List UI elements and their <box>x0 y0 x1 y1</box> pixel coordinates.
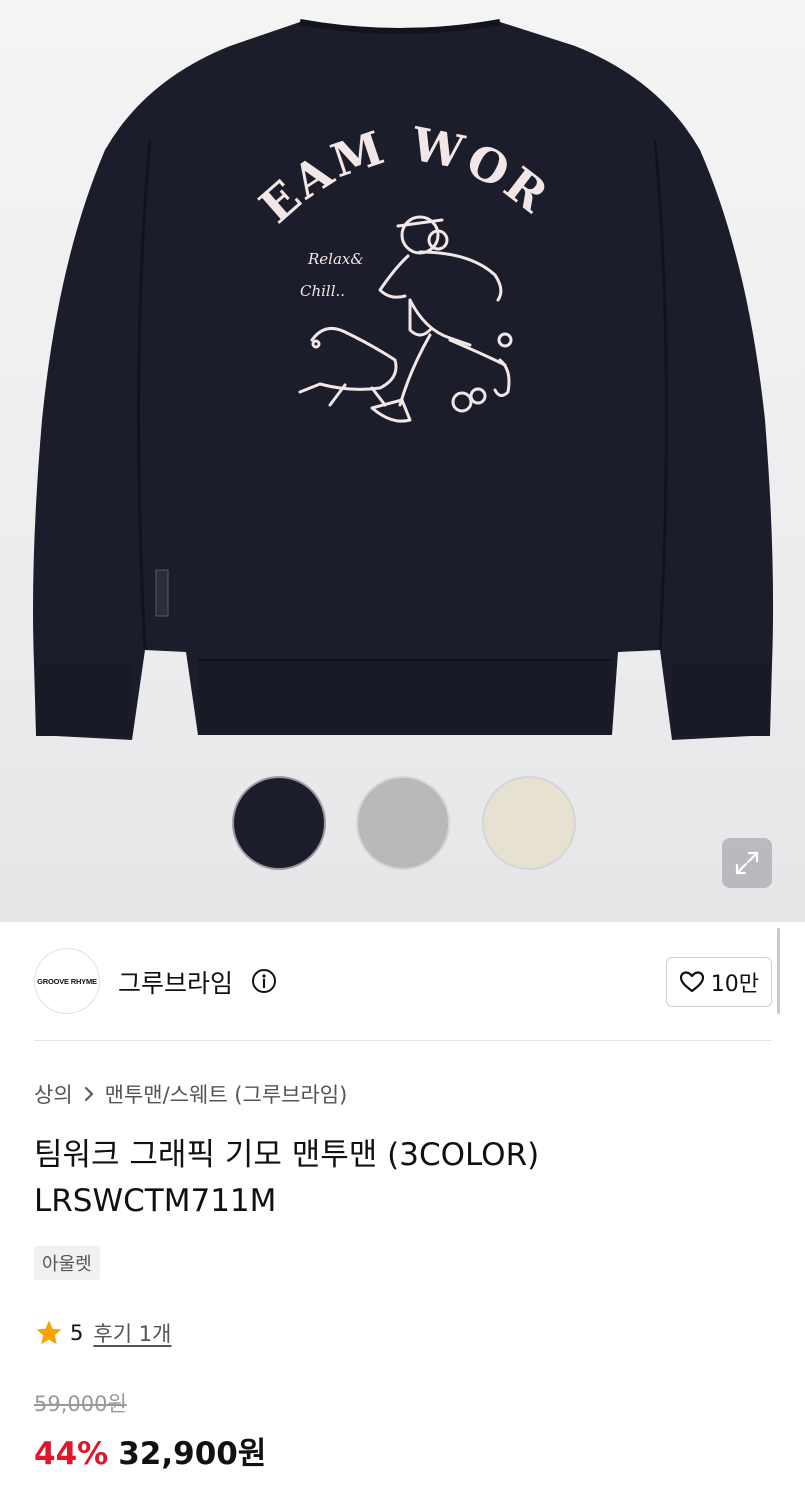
color-swatch-navy[interactable] <box>232 776 326 870</box>
expand-image-button[interactable] <box>722 838 772 888</box>
expand-arrows-icon <box>735 851 759 875</box>
original-price: 59,000원 <box>34 1392 127 1416</box>
like-count: 10만 <box>710 972 759 997</box>
review-link[interactable]: 후기 1개 <box>93 1318 171 1348</box>
breadcrumb-subcategory[interactable]: 맨투맨/스웨트 (그루브라임) <box>105 1079 348 1109</box>
final-price: 32,900원 <box>118 1436 267 1472</box>
outlet-tag-label: 아울렛 <box>42 1254 92 1275</box>
brand-name[interactable]: 그루브라임 <box>118 964 233 1000</box>
graphic-script-2: Chill.. <box>300 282 345 300</box>
product-title: 팀워크 그래픽 기모 맨투맨 (3COLOR) LRSWCTM711M <box>34 1137 540 1219</box>
price-row: 44% 32,900원 <box>34 1428 266 1473</box>
color-swatch-gray[interactable] <box>356 776 450 870</box>
heart-outline-icon <box>679 971 704 993</box>
info-icon[interactable] <box>251 968 277 998</box>
brand-logo[interactable]: GROOVE RHYME <box>34 948 100 1014</box>
product-image[interactable]: TEAM WORK Relax& Chill.. <box>0 0 805 922</box>
breadcrumb-category[interactable]: 상의 <box>34 1079 73 1109</box>
breadcrumb: 상의 맨투맨/스웨트 (그루브라임) <box>34 1079 347 1109</box>
rating: 5 후기 1개 <box>34 1318 171 1348</box>
color-swatch-cream[interactable] <box>482 776 576 870</box>
scrollbar-thumb[interactable] <box>777 928 780 1014</box>
discount-rate: 44% <box>34 1436 109 1472</box>
graphic-script-1: Relax& <box>307 250 364 268</box>
divider <box>34 1040 772 1041</box>
brand-row: GROOVE RHYME 그루브라임 10만 <box>34 948 772 1016</box>
brand-logo-text: GROOVE RHYME <box>37 976 97 986</box>
like-button[interactable]: 10만 <box>665 957 772 1007</box>
rating-value: 5 <box>70 1321 84 1345</box>
star-icon <box>36 1320 62 1345</box>
chevron-right-icon <box>84 1087 93 1101</box>
outlet-tag: 아울렛 <box>34 1246 100 1280</box>
